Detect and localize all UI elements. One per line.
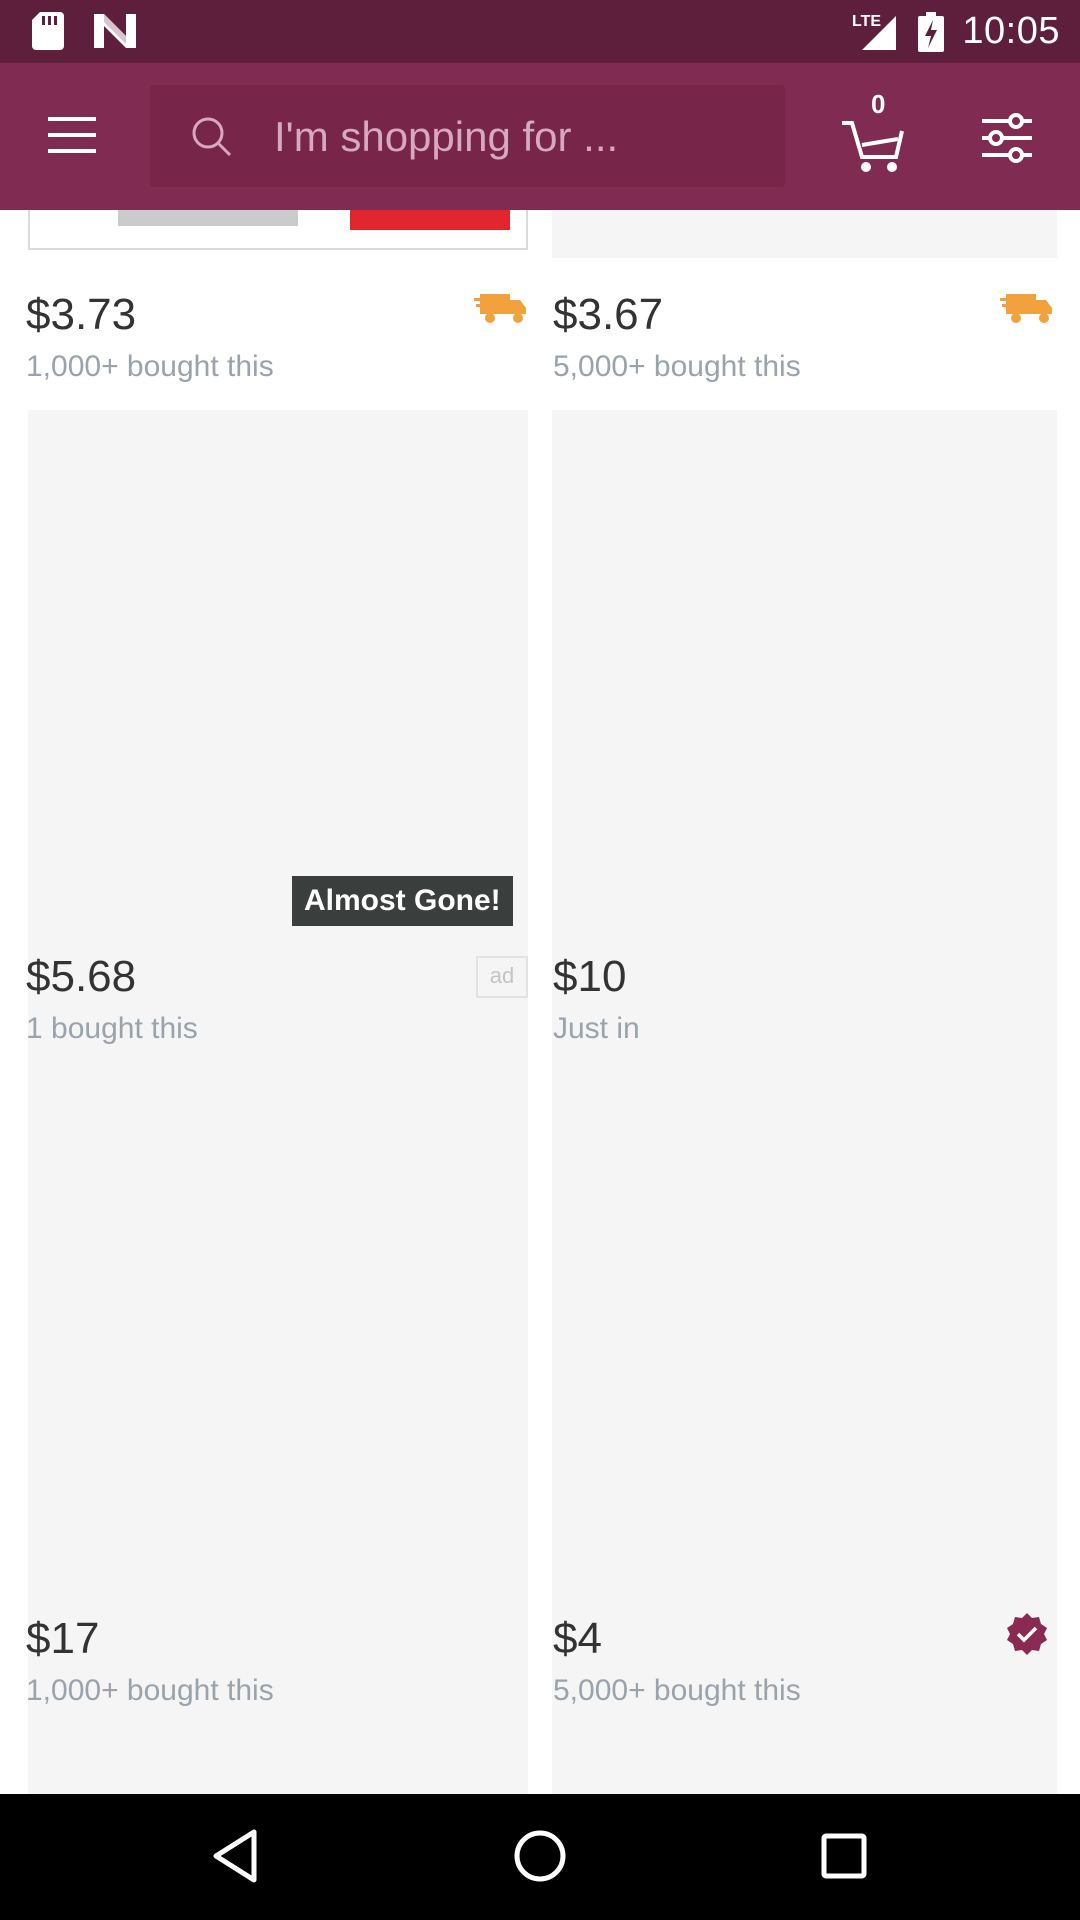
almost-gone-badge: Almost Gone!	[292, 876, 513, 926]
product-image[interactable]	[28, 210, 528, 250]
back-icon[interactable]	[206, 1824, 270, 1888]
verified-check-icon	[1007, 1613, 1047, 1655]
cart-icon	[842, 121, 904, 172]
menu-icon[interactable]	[42, 113, 102, 159]
product-price: $10	[553, 952, 627, 1001]
shipping-truck-icon	[474, 294, 526, 323]
product-thumbnail-detail	[350, 210, 510, 230]
search-input[interactable]	[272, 103, 776, 171]
product-thumbnail-detail	[118, 210, 298, 226]
bought-count: 5,000+ bought this	[553, 350, 801, 383]
battery-charging-icon	[918, 11, 945, 52]
product-price: $4	[553, 1614, 602, 1663]
bought-count: 1 bought this	[26, 1012, 198, 1045]
bought-count: 1,000+ bought this	[26, 1674, 274, 1707]
product-image[interactable]	[552, 210, 1057, 258]
ad-label: ad	[476, 956, 528, 998]
product-price: $5.68	[26, 952, 137, 1001]
cart-button[interactable]: 0	[838, 89, 908, 179]
bought-count: 1,000+ bought this	[26, 350, 274, 383]
search-icon	[192, 117, 232, 157]
status-text: Just in	[553, 1012, 640, 1045]
navigation-bar	[0, 1794, 1080, 1920]
status-bar: LTE 10:05	[0, 0, 1080, 63]
bought-count: 5,000+ bought this	[553, 1674, 801, 1707]
recents-icon[interactable]	[812, 1824, 876, 1888]
signal-icon: LTE	[852, 13, 897, 50]
search-bar[interactable]	[150, 85, 785, 187]
product-price: $17	[26, 1614, 100, 1663]
product-price: $3.73	[26, 290, 137, 339]
product-price: $3.67	[553, 290, 664, 339]
network-label: LTE	[852, 13, 881, 30]
product-grid[interactable]: $3.73 1,000+ bought this $3.67 5,000+ bo…	[0, 210, 1080, 1794]
shipping-truck-icon	[1000, 294, 1052, 323]
n-logo-icon	[94, 14, 136, 48]
clock: 10:05	[962, 10, 1060, 52]
app-bar: 0	[0, 63, 1080, 210]
sd-card-icon	[32, 12, 64, 50]
filter-icon[interactable]	[980, 113, 1034, 163]
home-icon[interactable]	[508, 1824, 572, 1888]
